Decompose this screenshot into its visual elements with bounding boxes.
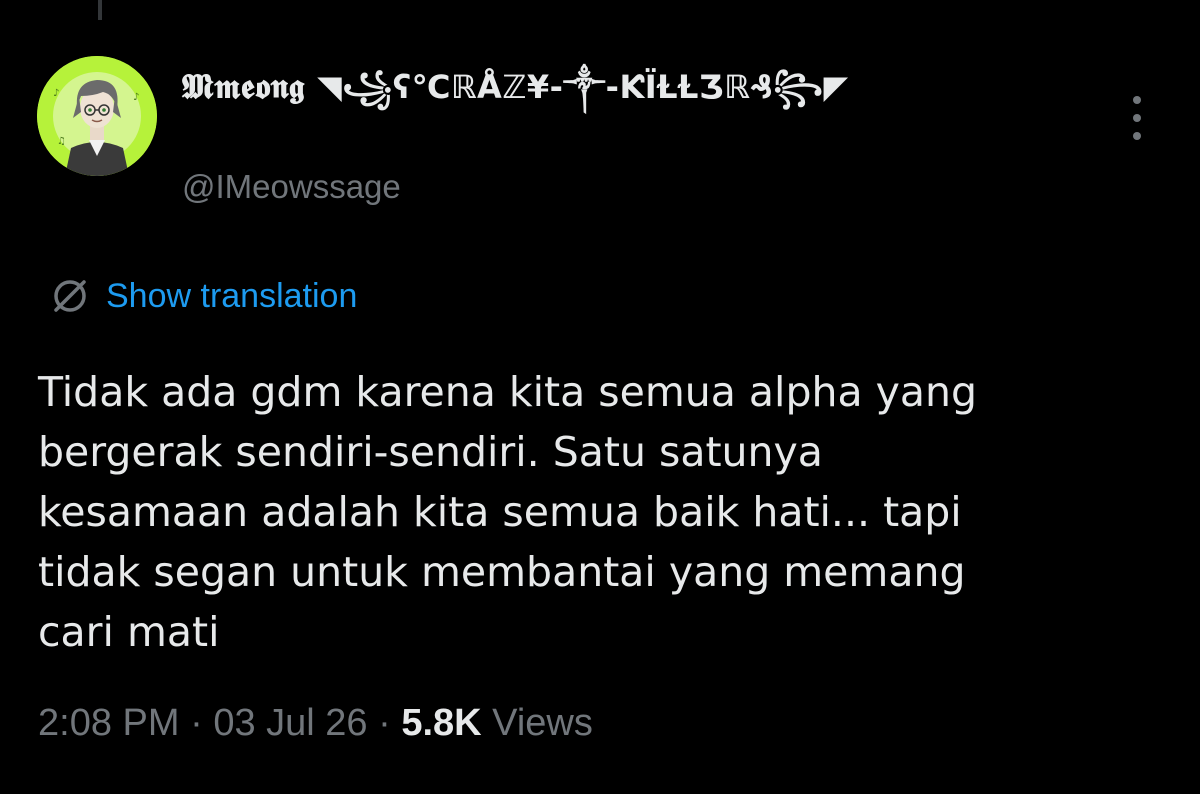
avatar[interactable]: ♪ ♪ ♫ — [37, 56, 157, 176]
meta-separator: · — [190, 702, 203, 744]
user-handle[interactable]: @IMeowssage — [182, 168, 401, 206]
svg-text:♫: ♫ — [57, 136, 66, 147]
tweet-time[interactable]: 2:08 PM — [38, 702, 180, 744]
more-vertical-icon — [1133, 96, 1141, 104]
show-translation-link[interactable]: Show translation — [50, 276, 357, 316]
display-name-decoration: ◥꧁ʕ℃ℝÅℤ¥-༒-ƘÏⱢⱢƷℝ₰꧂◤ — [317, 68, 849, 106]
globe-slash-icon — [54, 280, 86, 312]
thread-connector-line — [98, 0, 102, 20]
meta-separator: · — [378, 702, 391, 744]
avatar-illustration: ♪ ♪ ♫ — [37, 56, 157, 176]
display-name[interactable]: 𝕸𝖒𝖊𝖔𝖓𝖌 ◥꧁ʕ℃ℝÅℤ¥-༒-ƘÏⱢⱢƷℝ₰꧂◤ — [182, 52, 849, 142]
svg-text:♪: ♪ — [133, 92, 139, 103]
more-vertical-icon-dot — [1133, 114, 1141, 122]
tweet-metadata: 2:08 PM · 03 Jul 26 · 5.8K Views — [38, 702, 593, 745]
display-name-text: 𝕸𝖒𝖊𝖔𝖓𝖌 — [182, 67, 305, 107]
views-label: Views — [492, 702, 593, 744]
more-vertical-icon-dot — [1133, 132, 1141, 140]
show-translation-label: Show translation — [106, 276, 358, 315]
more-options-button[interactable] — [1122, 96, 1152, 140]
views-count: 5.8K — [401, 702, 482, 744]
svg-text:♪: ♪ — [53, 88, 59, 99]
tweet-text: Tidak ada gdm karena kita semua alpha ya… — [38, 368, 978, 656]
tweet-date[interactable]: 03 Jul 26 — [213, 702, 367, 744]
